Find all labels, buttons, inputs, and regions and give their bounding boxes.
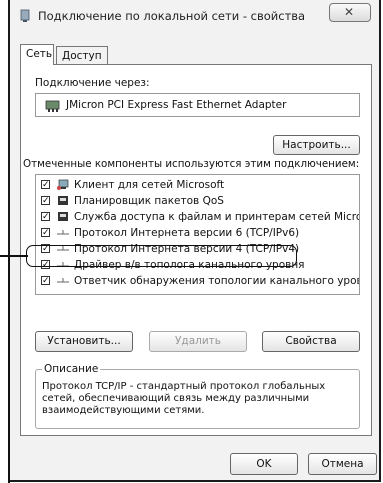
- list-item-label: Ответчик обнаружения топологии канальног…: [74, 275, 360, 287]
- network-client-icon: [57, 179, 69, 190]
- ok-button[interactable]: OK: [230, 453, 298, 475]
- connect-via-label: Подключение через:: [35, 77, 150, 89]
- checkbox-file-printer-sharing[interactable]: ✓: [41, 212, 50, 222]
- install-button[interactable]: Установить...: [35, 331, 133, 352]
- window-title: Подключение по локальной сети - свойства: [38, 9, 306, 23]
- cancel-button[interactable]: Отмена: [308, 453, 377, 475]
- list-item-label: Планировщик пакетов QoS: [74, 195, 224, 207]
- tab-sharing[interactable]: Доступ: [56, 46, 108, 64]
- list-item[interactable]: ✓ Клиент для сетей Microsoft: [36, 178, 359, 193]
- network-protocol-icon: [57, 230, 69, 235]
- close-button[interactable]: ✕: [329, 3, 371, 22]
- network-adapter-icon: [45, 100, 60, 112]
- tab-network[interactable]: Сеть: [20, 44, 54, 65]
- list-item[interactable]: ✓ Планировщик пакетов QoS: [36, 194, 359, 209]
- ipv4-highlight-callout: [26, 245, 297, 267]
- properties-window: Подключение по локальной сети - свойства…: [8, 0, 381, 482]
- adapter-name: JMicron PCI Express Fast Ethernet Adapte…: [66, 99, 287, 111]
- title-bar: Подключение по локальной сети - свойства…: [10, 0, 379, 30]
- description-legend: Описание: [42, 363, 101, 375]
- list-item[interactable]: ✓ Служба доступа к файлам и принтерам се…: [36, 210, 360, 225]
- description-text: Протокол TCP/IP - стандартный протокол г…: [42, 381, 326, 416]
- callout-pointer-line: [0, 255, 28, 257]
- remove-button[interactable]: Удалить: [149, 331, 247, 352]
- adapter-box: JMicron PCI Express Fast Ethernet Adapte…: [35, 93, 360, 117]
- close-icon: ✕: [344, 5, 355, 19]
- list-item-label: Служба доступа к файлам и принтерам сете…: [74, 211, 360, 223]
- properties-button[interactable]: Свойства: [262, 331, 360, 352]
- callout-pointer-vertical: [8, 255, 10, 483]
- components-list[interactable]: ✓ Клиент для сетей Microsoft ✓ Планировщ…: [35, 174, 360, 295]
- list-item-label: Клиент для сетей Microsoft: [74, 179, 225, 191]
- network-protocol-icon: [57, 278, 69, 283]
- configure-button[interactable]: Настроить...: [273, 135, 360, 155]
- checkbox-client-microsoft[interactable]: ✓: [41, 180, 50, 190]
- list-item-label: Протокол Интернета версии 6 (TCP/IPv6): [74, 227, 300, 239]
- list-item[interactable]: ✓ Протокол Интернета версии 6 (TCP/IPv6): [36, 226, 359, 241]
- description-group: Описание Протокол TCP/IP - стандартный п…: [35, 363, 360, 429]
- network-connection-icon: [20, 9, 30, 22]
- checkbox-ipv6[interactable]: ✓: [41, 228, 50, 238]
- checkbox-qos[interactable]: ✓: [41, 196, 50, 206]
- network-service-icon: [58, 212, 68, 221]
- network-service-icon: [58, 196, 68, 205]
- checkbox-lltd-responder[interactable]: ✓: [41, 276, 50, 286]
- components-label: Отмеченные компоненты используются этим …: [23, 158, 360, 170]
- list-item[interactable]: ✓ Ответчик обнаружения топологии канальн…: [36, 274, 360, 289]
